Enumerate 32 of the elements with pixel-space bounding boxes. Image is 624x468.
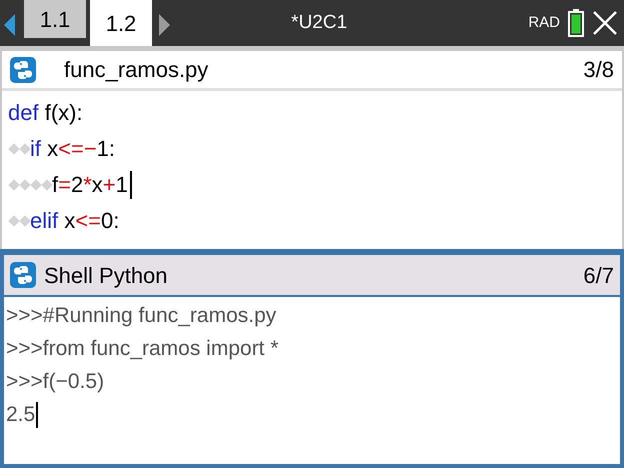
indent-marker-icon	[18, 215, 30, 227]
shell-line: 2.5	[6, 402, 36, 428]
battery-icon	[568, 9, 584, 37]
shell-title: Shell Python	[44, 262, 168, 290]
indent-marker-icon	[18, 179, 30, 191]
indent-marker-icon	[8, 215, 20, 227]
line-position: 3/8	[583, 56, 614, 84]
code-line: if x<=−1:	[30, 138, 116, 160]
page-tab[interactable]: 1.1	[24, 0, 86, 38]
shell-line: >>>#Running func_ramos.py	[6, 302, 276, 329]
code-line: def f(x):	[8, 102, 83, 124]
indent-marker-icon	[30, 179, 42, 191]
page-tab[interactable]: 1.2	[90, 0, 152, 46]
document-title: *U2C1	[291, 10, 348, 35]
file-name: func_ramos.py	[64, 56, 208, 84]
code-line: elif x<=0:	[30, 210, 120, 232]
indent-marker-icon	[8, 143, 20, 155]
indent-marker-icon	[40, 179, 52, 191]
shell-console[interactable]: >>>#Running func_ramos.py >>>from func_ramos import * >>>f(−0.5) 2.5	[4, 297, 620, 464]
python-logo-icon	[10, 262, 36, 288]
indent-marker-icon	[8, 179, 20, 191]
indent-marker-icon	[18, 143, 30, 155]
close-icon[interactable]	[592, 10, 618, 36]
code-line: f=2*x+1	[52, 174, 128, 196]
shell-line: >>>from func_ramos import *	[6, 336, 279, 362]
shell-line: >>>f(−0.5)	[6, 368, 104, 395]
scroll-left-icon[interactable]	[4, 14, 16, 36]
python-logo-icon	[10, 56, 36, 82]
line-position: 6/7	[583, 262, 614, 290]
scroll-right-icon[interactable]	[158, 14, 170, 36]
angle-mode-label: RAD	[528, 12, 560, 33]
code-editor[interactable]: def f(x): if x<=−1: f=2*x+1 elif x<=0:	[2, 91, 622, 249]
